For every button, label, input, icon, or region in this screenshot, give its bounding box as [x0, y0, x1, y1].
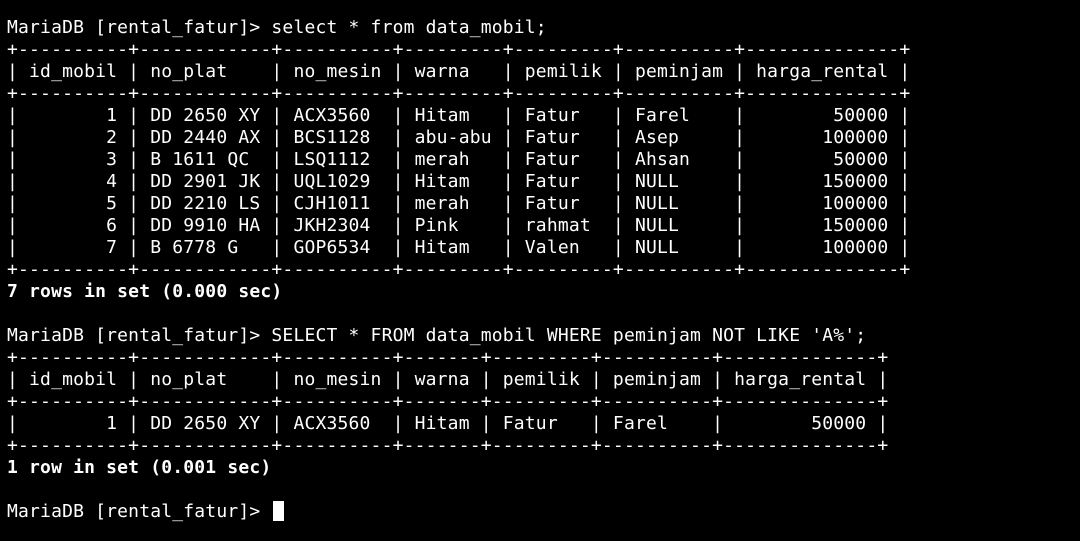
query2-status: 1 row in set (0.001 sec) [7, 457, 272, 478]
table-row: | 7 | B 6778 G | GOP6534 | Hitam | Valen… [7, 237, 911, 258]
active-command-line[interactable]: MariaDB [rental_fatur]> [7, 501, 1080, 523]
table1-border-top: +----------+------------+----------+----… [7, 39, 911, 60]
query1-status: 7 rows in set (0.000 sec) [7, 281, 283, 302]
terminal-window[interactable]: MariaDB [rental_fatur]> select * from da… [0, 0, 1080, 541]
table-row: | 6 | DD 9910 HA | JKH2304 | Pink | rahm… [7, 215, 911, 236]
table-row: | 1 | DD 2650 XY | ACX3560 | Hitam | Fat… [7, 105, 911, 126]
text-cursor [273, 501, 285, 521]
table2-border-top: +----------+------------+----------+----… [7, 347, 889, 368]
prompt: MariaDB [rental_fatur]> [7, 325, 272, 346]
query1-command-line: MariaDB [rental_fatur]> select * from da… [7, 17, 1080, 39]
table1-border-bottom: +----------+------------+----------+----… [7, 259, 911, 280]
table-row: | 1 | DD 2650 XY | ACX3560 | Hitam | Fat… [7, 413, 889, 434]
command-text: SELECT * FROM data_mobil WHERE peminjam … [271, 325, 867, 346]
prompt: MariaDB [rental_fatur]> [7, 501, 272, 522]
table-row: | 5 | DD 2210 LS | CJH1011 | merah | Fat… [7, 193, 911, 214]
table-row: | 3 | B 1611 QC | LSQ1112 | merah | Fatu… [7, 149, 911, 170]
prompt: MariaDB [rental_fatur]> [7, 17, 272, 38]
table-row: | 2 | DD 2440 AX | BCS1128 | abu-abu | F… [7, 127, 911, 148]
table1-border-header: +----------+------------+----------+----… [7, 83, 911, 104]
table-row: | 4 | DD 2901 JK | UQL1029 | Hitam | Fat… [7, 171, 911, 192]
table2-border-header: +----------+------------+----------+----… [7, 391, 889, 412]
table1-header-row: | id_mobil | no_plat | no_mesin | warna … [7, 61, 911, 82]
table2-border-bottom: +----------+------------+----------+----… [7, 435, 889, 456]
query2-command-line: MariaDB [rental_fatur]> SELECT * FROM da… [7, 325, 1080, 347]
command-text: select * from data_mobil; [271, 17, 547, 38]
table2-header-row: | id_mobil | no_plat | no_mesin | warna … [7, 369, 889, 390]
